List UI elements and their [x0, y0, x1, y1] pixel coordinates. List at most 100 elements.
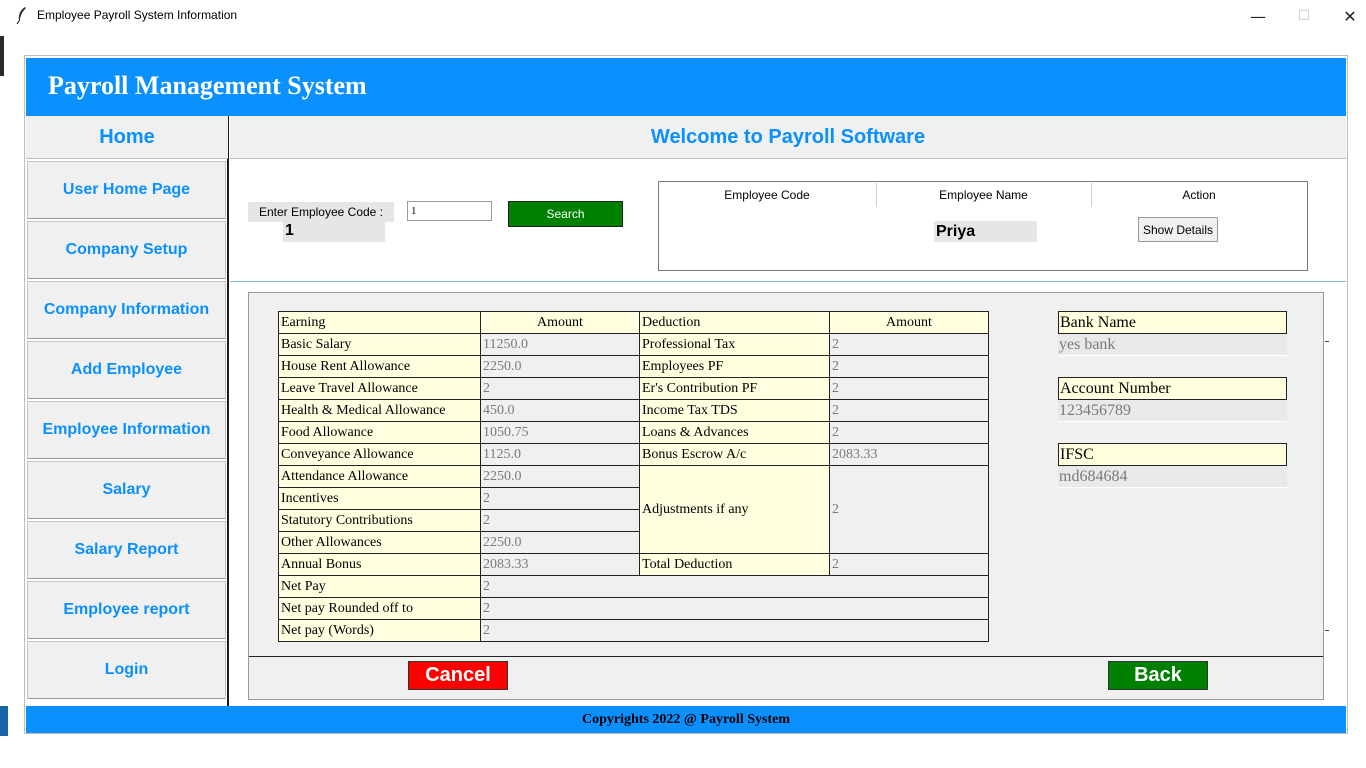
deduction-value: 2	[829, 377, 989, 400]
total-value: 2	[480, 575, 989, 598]
table-row: Conveyance Allowance 1125.0 Bonus Escrow…	[278, 443, 989, 466]
earning-value: 450.0	[480, 399, 640, 422]
app-title: Payroll Management System	[48, 71, 367, 100]
earning-value: 2	[480, 377, 640, 400]
bank-name-label: Bank Name	[1058, 311, 1287, 334]
deduction-label: Loans & Advances	[639, 421, 830, 444]
sidebar-item-employee-report[interactable]: Employee report	[27, 581, 226, 639]
table-row: Net Pay 2	[278, 575, 989, 598]
earning-value: 11250.0	[480, 333, 640, 356]
employee-code-label: Enter Employee Code :	[248, 202, 394, 222]
earning-label: Leave Travel Allowance	[278, 377, 481, 400]
employee-name-value: Priya	[934, 221, 1037, 242]
earning-value: 2083.33	[480, 553, 640, 576]
earning-label: House Rent Allowance	[278, 355, 481, 378]
table-row: Leave Travel Allowance 2 Er's Contributi…	[278, 377, 989, 400]
welcome-heading: Welcome to Payroll Software	[230, 116, 1346, 159]
earning-value: 1125.0	[480, 443, 640, 466]
deduction-value: 2	[829, 421, 989, 444]
deduction-value: 2	[829, 553, 989, 576]
earning-value: 1050.75	[480, 421, 640, 444]
employee-code-input[interactable]	[407, 201, 492, 221]
sidebar-item-employee-information[interactable]: Employee Information	[27, 401, 226, 459]
earning-value: 2250.0	[480, 355, 640, 378]
sidebar-item-company-information[interactable]: Company Information	[27, 281, 226, 339]
deduction-label: Professional Tax	[639, 333, 830, 356]
table-row: Annual Bonus 2083.33 Total Deduction 2	[278, 553, 989, 576]
earning-label: Statutory Contributions	[278, 509, 481, 532]
footer-copyright: Copyrights 2022 @ Payroll System	[26, 706, 1346, 733]
earning-label: Health & Medical Allowance	[278, 399, 481, 422]
sidebar-item-salary-report[interactable]: Salary Report	[27, 521, 226, 579]
sidebar-item-salary[interactable]: Salary	[27, 461, 226, 519]
maximize-button[interactable]: ☐	[1281, 2, 1327, 30]
table-row: Basic Salary 11250.0 Professional Tax 2	[278, 333, 989, 356]
account-number-label: Account Number	[1058, 377, 1287, 400]
cancel-button[interactable]: Cancel	[408, 661, 508, 690]
feather-icon	[14, 6, 30, 25]
table-header-row: Earning Amount Deduction Amount	[278, 311, 989, 334]
deduction-value: 2	[829, 355, 989, 378]
sidebar-item-login[interactable]: Login	[27, 641, 226, 699]
account-number-value: 123456789	[1058, 400, 1287, 422]
deduction-label: Income Tax TDS	[639, 399, 830, 422]
panel-tick-mark	[1325, 630, 1329, 631]
sidebar-home-heading: Home	[26, 116, 228, 159]
show-details-button[interactable]: Show Details	[1138, 217, 1218, 242]
payroll-table: Earning Amount Deduction Amount Basic Sa…	[278, 311, 989, 642]
panel-tick-mark	[1325, 341, 1329, 342]
panel-divider	[249, 656, 1323, 657]
window-title: Employee Payroll System Information	[37, 8, 238, 22]
earning-value: 2250.0	[480, 465, 640, 488]
deduction-value: 2	[829, 399, 989, 422]
close-button[interactable]: ✕	[1327, 2, 1366, 30]
deduction-label: Bonus Escrow A/c	[639, 443, 830, 466]
deduction-label: Employees PF	[639, 355, 830, 378]
header-deduction: Deduction	[639, 311, 830, 334]
sidebar-item-add-employee[interactable]: Add Employee	[27, 341, 226, 399]
table-row: Health & Medical Allowance 450.0 Income …	[278, 399, 989, 422]
deduction-label: Adjustments if any	[639, 465, 830, 554]
deduction-label: Er's Contribution PF	[639, 377, 830, 400]
total-label: Net pay (Words)	[278, 619, 481, 642]
table-row: Net pay Rounded off to 2	[278, 597, 989, 620]
header-amount: Amount	[480, 311, 640, 334]
earning-label: Other Allowances	[278, 531, 481, 554]
deduction-value: 2	[829, 465, 989, 554]
earning-label: Attendance Allowance	[278, 465, 481, 488]
total-value: 2	[480, 619, 989, 642]
sidebar-item-user-home-page[interactable]: User Home Page	[27, 161, 226, 219]
background-window-edge-blue	[0, 706, 8, 736]
total-label: Net Pay	[278, 575, 481, 598]
header-earning: Earning	[278, 311, 481, 334]
earning-label: Food Allowance	[278, 421, 481, 444]
background-window-edge	[0, 36, 4, 76]
minimize-button[interactable]: —	[1235, 2, 1281, 30]
ifsc-label: IFSC	[1058, 443, 1287, 466]
earning-label: Incentives	[278, 487, 481, 510]
total-value: 2	[480, 597, 989, 620]
earning-value: 2	[480, 487, 640, 510]
table-row: House Rent Allowance 2250.0 Employees PF…	[278, 355, 989, 378]
back-button[interactable]: Back	[1108, 661, 1208, 690]
bank-name-value: yes bank	[1058, 334, 1287, 356]
ifsc-value: md684684	[1058, 466, 1287, 488]
sidebar-item-company-setup[interactable]: Company Setup	[27, 221, 226, 279]
earning-label: Basic Salary	[278, 333, 481, 356]
earning-value: 2250.0	[480, 531, 640, 554]
header-deduction-amount: Amount	[829, 311, 989, 334]
deduction-value: 2	[829, 333, 989, 356]
search-button[interactable]: Search	[508, 201, 623, 227]
earning-label: Annual Bonus	[278, 553, 481, 576]
results-header-employee-code: Employee Code	[724, 188, 810, 202]
table-row: Attendance Allowance 2250.0 Adjustments …	[278, 465, 989, 554]
earning-value: 2	[480, 509, 640, 532]
table-row: Net pay (Words) 2	[278, 619, 989, 642]
total-label: Net pay Rounded off to	[278, 597, 481, 620]
employee-code-display: 1	[283, 222, 385, 242]
results-header-employee-name: Employee Name	[876, 183, 1090, 207]
results-header-action: Action	[1091, 183, 1306, 207]
deduction-label: Total Deduction	[639, 553, 830, 576]
earning-label: Conveyance Allowance	[278, 443, 481, 466]
deduction-value: 2083.33	[829, 443, 989, 466]
